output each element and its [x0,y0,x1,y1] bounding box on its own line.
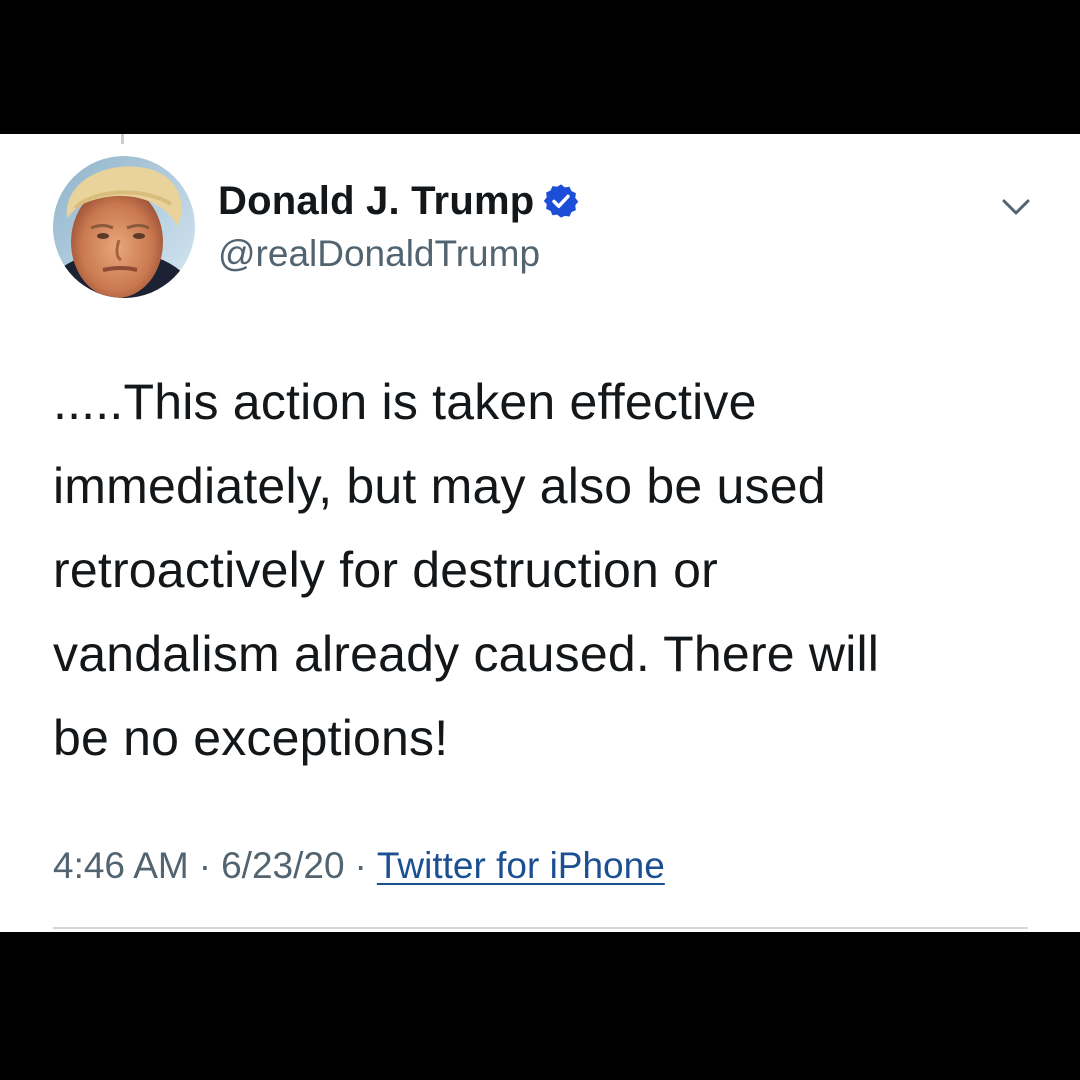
avatar-image [53,156,195,298]
verified-badge-icon [544,184,579,218]
thread-connector-line [121,134,124,144]
tweet-date[interactable]: 6/23/20 [221,844,344,888]
author-display-name[interactable]: Donald J. Trump [218,178,534,224]
avatar[interactable] [53,156,195,298]
tweet-source-link[interactable]: Twitter for iPhone [377,844,665,888]
tweet-card: Donald J. Trump @realDonaldTrump .....Th… [0,134,1080,932]
tweet-body-text: .....This action is taken effective imme… [53,374,880,766]
tweet-metadata: 4:46 AM · 6/23/20 · Twitter for iPhone [53,844,665,888]
more-options-button[interactable] [995,186,1037,228]
divider [53,927,1028,929]
author-name-row: Donald J. Trump [218,178,580,224]
tweet-time[interactable]: 4:46 AM [53,844,189,888]
author-handle[interactable]: @realDonaldTrump [218,232,540,276]
meta-separator: · [198,845,212,886]
screenshot-frame: Donald J. Trump @realDonaldTrump .....Th… [0,0,1080,1080]
chevron-down-icon [1002,199,1030,215]
meta-separator: · [354,845,367,886]
